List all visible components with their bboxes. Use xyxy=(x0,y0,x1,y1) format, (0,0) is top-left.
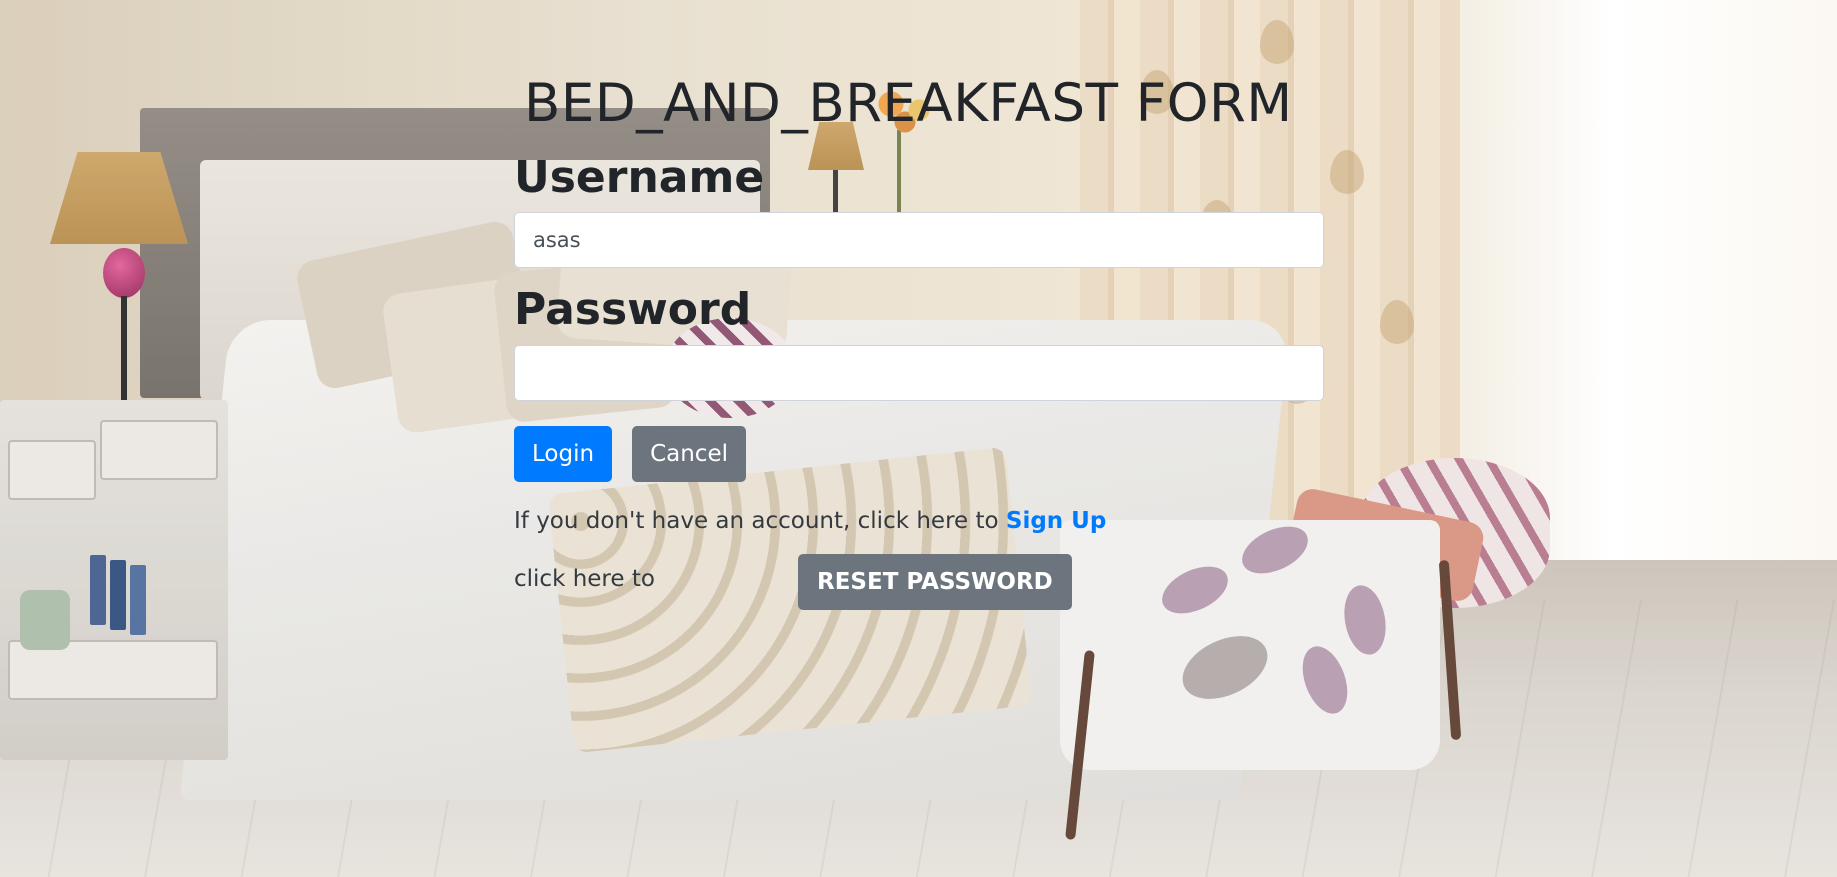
password-input[interactable] xyxy=(514,345,1324,402)
login-button[interactable]: Login xyxy=(514,426,613,483)
login-page: BED_AND_BREAKFAST FORM Username Password… xyxy=(0,0,1837,877)
reset-password-button[interactable]: RESET PASSWORD xyxy=(798,554,1072,611)
username-label: Username xyxy=(514,151,765,203)
signup-prompt: If you don't have an account, click here… xyxy=(514,508,1324,534)
reset-prompt-text: click here to xyxy=(514,566,655,593)
username-input[interactable] xyxy=(514,212,1324,269)
form-actions: Login Cancel xyxy=(514,426,1324,483)
signup-prompt-text: If you don't have an account, click here… xyxy=(514,508,1006,535)
cancel-button[interactable]: Cancel xyxy=(632,426,746,483)
password-label: Password xyxy=(514,284,752,336)
form-title: BED_AND_BREAKFAST FORM xyxy=(524,73,1293,134)
login-form: BED_AND_BREAKFAST FORM Username Password… xyxy=(514,72,1324,614)
signup-link[interactable]: Sign Up xyxy=(1006,508,1106,534)
reset-password-row: click here to RESET PASSWORD xyxy=(514,554,1324,614)
